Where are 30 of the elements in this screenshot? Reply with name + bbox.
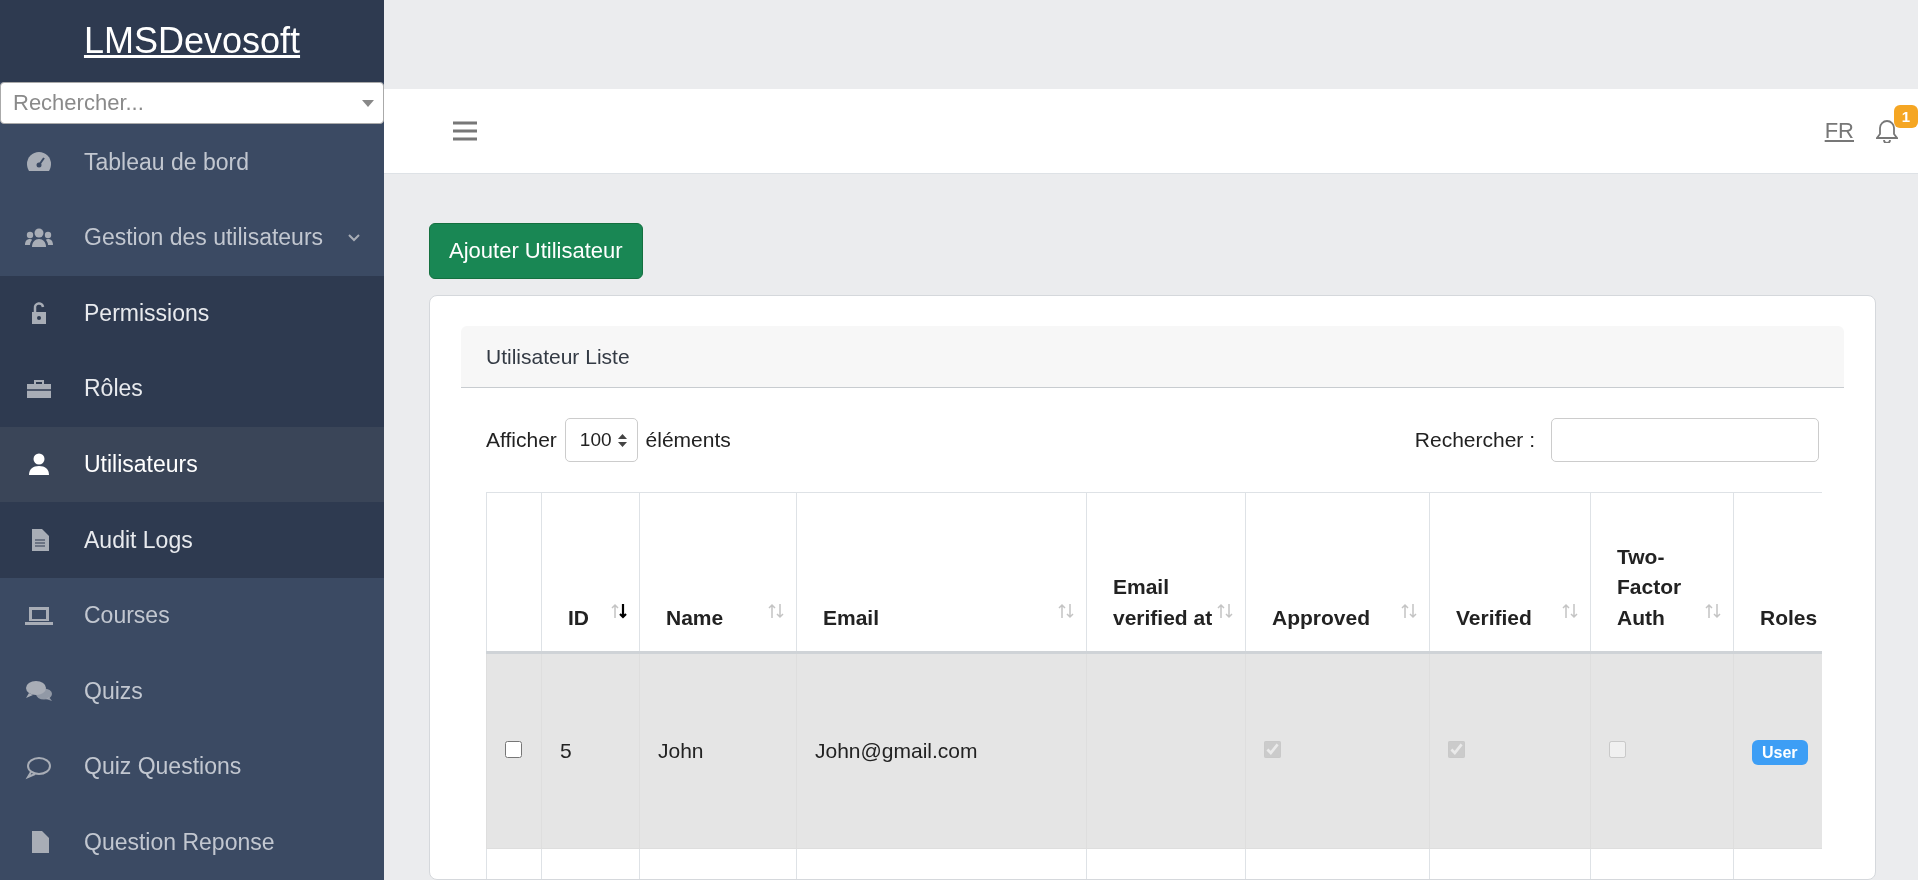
notification-count: 1 <box>1893 105 1918 128</box>
chevron-icon <box>348 233 360 242</box>
nav-item[interactable]: Quizs <box>0 653 384 729</box>
nav-item[interactable]: Question Reponse <box>0 804 384 880</box>
search-select[interactable]: Rechercher... <box>0 82 384 125</box>
nav-item[interactable]: Courses <box>0 577 384 654</box>
add-user-button[interactable]: Ajouter Utilisateur <box>429 223 643 279</box>
nav-item[interactable]: Audit Logs <box>0 502 384 578</box>
language-link[interactable]: FR <box>1824 118 1854 144</box>
table-cell: 5 <box>560 739 572 762</box>
bell-icon[interactable] <box>1876 119 1898 143</box>
role-badge: User <box>1752 740 1808 765</box>
search-field[interactable] <box>1551 418 1819 462</box>
entries-label: éléments <box>645 428 731 452</box>
search-label: Rechercher : <box>1414 428 1535 452</box>
caret-icon <box>362 100 374 108</box>
nav-item[interactable]: Rôles <box>0 351 384 427</box>
row-checkbox[interactable] <box>505 741 522 758</box>
nav-item[interactable]: Quiz Questions <box>0 728 384 805</box>
table-cell: John <box>658 739 704 762</box>
page-length-select[interactable]: 100 <box>564 418 638 462</box>
nav-item[interactable]: Gestion des utilisateurs <box>0 200 384 276</box>
nav-item[interactable]: Permissions <box>0 275 384 352</box>
show-label: Afficher <box>486 428 557 452</box>
menu-icon[interactable] <box>453 121 477 141</box>
nav-item[interactable]: Utilisateurs <box>0 426 384 503</box>
nav-item[interactable]: Tableau de bord <box>0 124 384 200</box>
table-cell: John@gmail.com <box>815 739 978 762</box>
sort-caret-icon <box>617 433 627 447</box>
card-title: Utilisateur Liste <box>486 344 630 369</box>
